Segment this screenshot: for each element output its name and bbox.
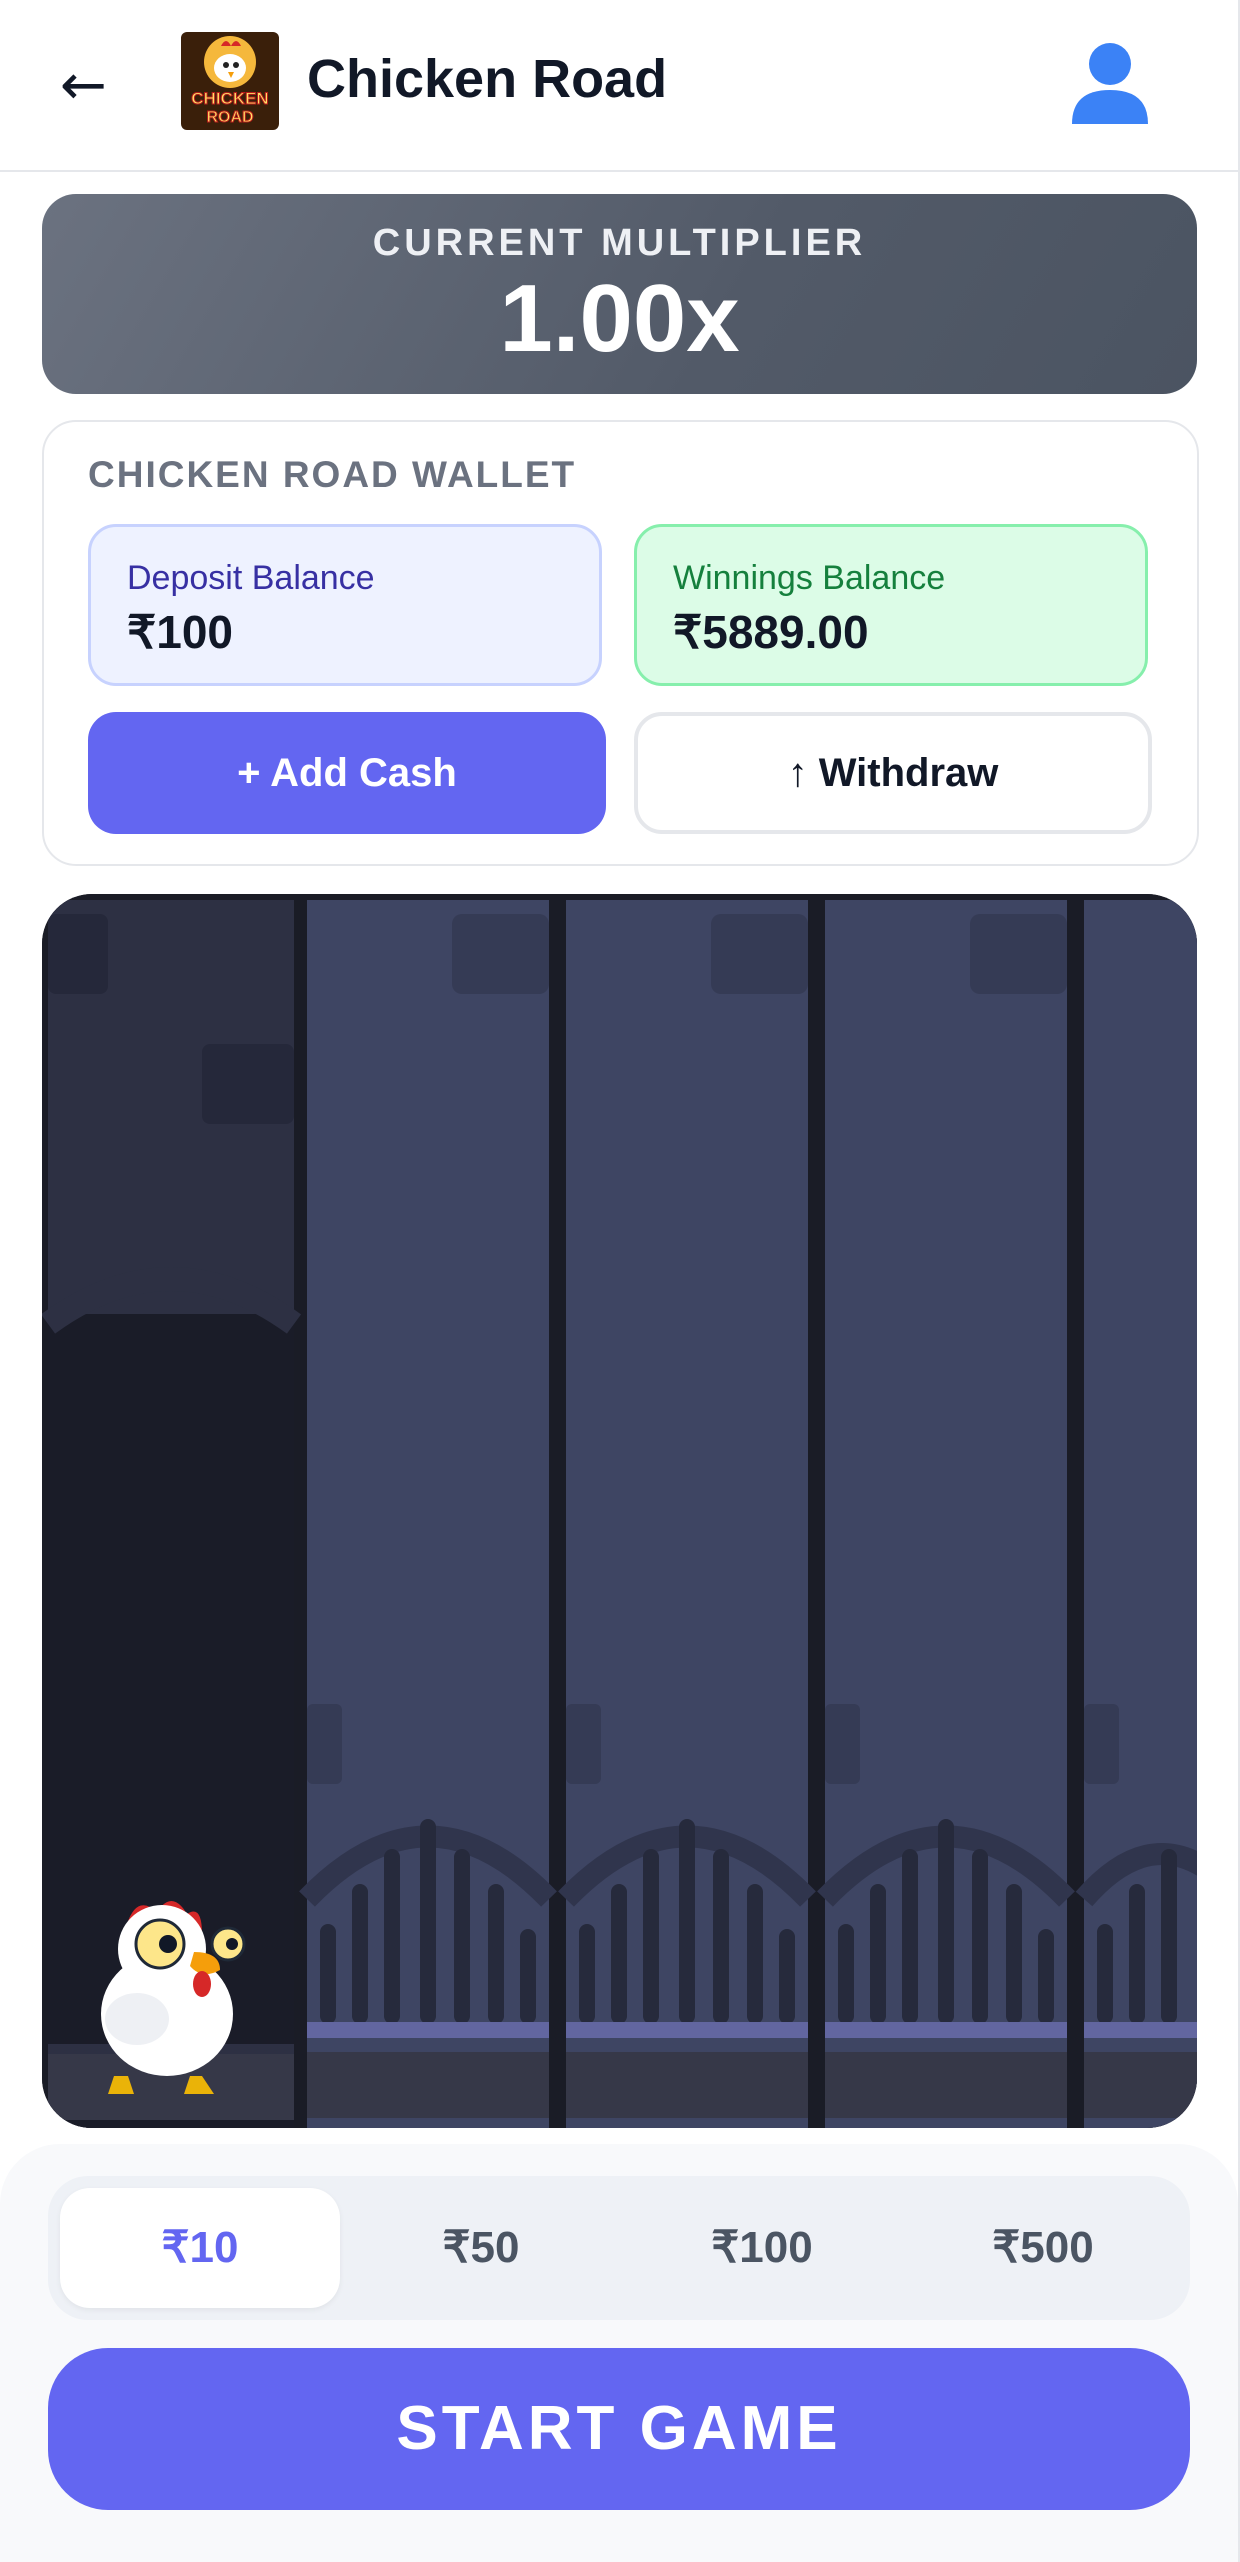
game-board[interactable] (42, 894, 1197, 2128)
add-cash-button[interactable]: + Add Cash (88, 712, 606, 834)
page-title: Chicken Road (307, 49, 668, 109)
winnings-balance-box: Winnings Balance ₹5889.00 (634, 524, 1148, 686)
multiplier-value: 1.00x (499, 265, 740, 372)
logo-text-road: ROAD (206, 109, 253, 126)
lane-4 (1075, 900, 1197, 2128)
wallet-card: CHICKEN ROAD WALLET Deposit Balance ₹100… (42, 420, 1199, 866)
user-icon[interactable] (1068, 38, 1152, 128)
lane-3 (817, 900, 1075, 2128)
game-scene (42, 894, 1197, 2128)
bet-option-100[interactable]: ₹100 (622, 2188, 902, 2308)
app-header: ← CHICKEN ROAD Chicken Road (0, 0, 1238, 172)
back-arrow-icon[interactable]: ← (60, 58, 107, 114)
lane-2 (558, 900, 816, 2128)
deposit-balance-amount: ₹100 (127, 606, 234, 658)
bet-option-10[interactable]: ₹10 (60, 2188, 340, 2308)
winnings-balance-label: Winnings Balance (673, 559, 946, 597)
multiplier-card: CURRENT MULTIPLIER 1.00x (42, 194, 1197, 394)
start-game-button[interactable]: START GAME (48, 2348, 1190, 2510)
logo-text-chicken: CHICKEN (191, 89, 268, 108)
bet-amount-selector: ₹10 ₹50 ₹100 ₹500 (48, 2176, 1190, 2320)
winnings-balance-amount: ₹5889.00 (673, 606, 869, 658)
wallet-title: CHICKEN ROAD WALLET (88, 454, 577, 495)
deposit-balance-box: Deposit Balance ₹100 (88, 524, 602, 686)
lane-1 (299, 900, 557, 2128)
game-logo: CHICKEN ROAD (181, 32, 279, 130)
withdraw-button[interactable]: ↑ Withdraw (634, 712, 1152, 834)
multiplier-label: CURRENT MULTIPLIER (372, 222, 867, 264)
deposit-balance-label: Deposit Balance (127, 559, 375, 597)
bet-option-500[interactable]: ₹500 (903, 2188, 1183, 2308)
bet-option-50[interactable]: ₹50 (341, 2188, 621, 2308)
